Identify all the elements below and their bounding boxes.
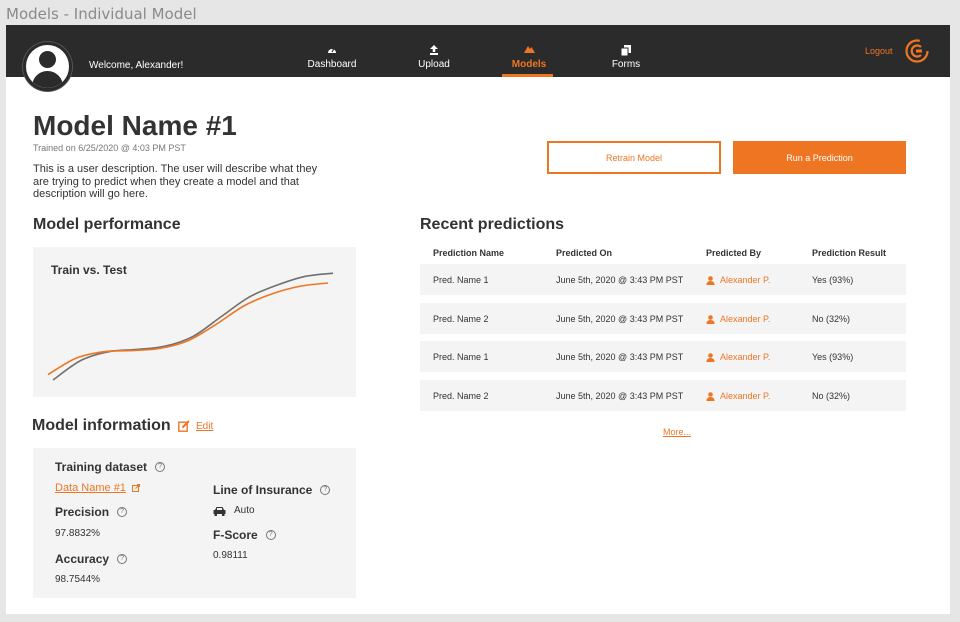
models-icon xyxy=(489,45,569,57)
forms-icon xyxy=(586,45,666,57)
performance-chart-card: Train vs. Test xyxy=(33,247,356,397)
edit-icon xyxy=(178,420,190,432)
upload-icon xyxy=(394,45,474,57)
prediction-result: Yes (93%) xyxy=(812,275,854,285)
logout-link[interactable]: Logout xyxy=(865,46,893,56)
performance-chart xyxy=(47,272,334,381)
car-icon xyxy=(213,506,226,516)
nav-upload[interactable]: Upload xyxy=(394,45,474,70)
nav-forms[interactable]: Forms xyxy=(586,45,666,70)
prediction-result: Yes (93%) xyxy=(812,352,854,362)
page-title: Model Name #1 xyxy=(33,110,237,141)
fscore-label: F-Score ? xyxy=(213,528,276,542)
predicted-on: June 5th, 2020 @ 3:43 PM PST xyxy=(556,275,684,285)
active-nav-indicator xyxy=(502,74,553,77)
retrain-model-button[interactable]: Retrain Model xyxy=(547,141,721,174)
nav-upload-label: Upload xyxy=(418,59,450,70)
avatar[interactable] xyxy=(23,42,72,91)
training-dataset-label: Training dataset ? xyxy=(55,460,166,474)
predicted-on: June 5th, 2020 @ 3:43 PM PST xyxy=(556,314,684,324)
help-icon[interactable]: ? xyxy=(117,554,128,564)
model-info-card: Training dataset ? Data Name #1 Precisio… xyxy=(33,448,356,598)
user-icon xyxy=(706,275,715,285)
prediction-result: No (32%) xyxy=(812,314,851,324)
chart-series-line-2 xyxy=(47,282,329,376)
run-prediction-button[interactable]: Run a Prediction xyxy=(733,141,906,174)
external-link-icon xyxy=(131,484,140,492)
prediction-name: Pred. Name 2 xyxy=(433,391,489,401)
table-row[interactable]: Pred. Name 1 June 5th, 2020 @ 3:43 PM PS… xyxy=(420,264,906,295)
predicted-on: June 5th, 2020 @ 3:43 PM PST xyxy=(556,391,684,401)
more-predictions-link[interactable]: More... xyxy=(663,427,691,437)
nav-dashboard[interactable]: Dashboard xyxy=(292,45,372,70)
top-navbar: Welcome, Alexander! Dashboard Upload Mod… xyxy=(6,25,950,77)
fscore-value: 0.98111 xyxy=(213,550,248,561)
table-row[interactable]: Pred. Name 2 June 5th, 2020 @ 3:43 PM PS… xyxy=(420,303,906,334)
predicted-by[interactable]: Alexander P. xyxy=(706,314,770,324)
brand-logo xyxy=(905,39,929,63)
column-header: Prediction Name xyxy=(433,248,505,258)
training-dataset-link[interactable]: Data Name #1 xyxy=(55,482,140,494)
window-title: Models - Individual Model xyxy=(6,5,197,23)
predicted-by[interactable]: Alexander P. xyxy=(706,275,770,285)
column-header: Predicted On xyxy=(556,248,613,258)
prediction-name: Pred. Name 2 xyxy=(433,314,489,324)
model-performance-heading: Model performance xyxy=(33,216,181,233)
table-row[interactable]: Pred. Name 1 June 5th, 2020 @ 3:43 PM PS… xyxy=(420,341,906,372)
line-of-insurance-label: Line of Insurance ? xyxy=(213,483,331,497)
column-header: Predicted By xyxy=(706,248,762,258)
user-head-icon xyxy=(39,51,56,68)
recent-predictions-heading: Recent predictions xyxy=(420,216,565,233)
accuracy-value: 98.7544% xyxy=(55,574,101,585)
help-icon[interactable]: ? xyxy=(117,507,128,517)
user-body-icon xyxy=(32,71,63,88)
nav-dashboard-label: Dashboard xyxy=(307,59,357,70)
model-information-heading: Model information xyxy=(32,417,171,434)
help-icon[interactable]: ? xyxy=(265,530,276,540)
training-dataset-value: Data Name #1 xyxy=(55,482,126,494)
welcome-text: Welcome, Alexander! xyxy=(89,60,184,71)
help-icon[interactable]: ? xyxy=(155,462,166,472)
nav-models[interactable]: Models xyxy=(489,45,569,70)
table-row[interactable]: Pred. Name 2 June 5th, 2020 @ 3:43 PM PS… xyxy=(420,380,906,411)
edit-link[interactable]: Edit xyxy=(178,420,213,432)
help-icon[interactable]: ? xyxy=(320,485,331,495)
user-icon xyxy=(706,352,715,362)
predicted-by[interactable]: Alexander P. xyxy=(706,352,770,362)
line-of-insurance-value: Auto xyxy=(213,505,255,516)
nav-forms-label: Forms xyxy=(611,59,641,70)
precision-label: Precision ? xyxy=(55,505,128,519)
user-icon xyxy=(706,314,715,324)
prediction-name: Pred. Name 1 xyxy=(433,275,489,285)
prediction-result: No (32%) xyxy=(812,391,851,401)
gauge-icon xyxy=(292,45,372,57)
accuracy-label: Accuracy ? xyxy=(55,552,128,566)
precision-value: 97.8832% xyxy=(55,528,101,539)
edit-label: Edit xyxy=(196,420,214,432)
model-description: This is a user description. The user wil… xyxy=(33,163,318,200)
column-header: Prediction Result xyxy=(812,248,887,258)
chart-series-line-1 xyxy=(52,272,334,381)
predicted-by[interactable]: Alexander P. xyxy=(706,391,770,401)
predicted-on: June 5th, 2020 @ 3:43 PM PST xyxy=(556,352,684,362)
nav-models-label: Models xyxy=(511,59,547,70)
trained-date: Trained on 6/25/2020 @ 4:03 PM PST xyxy=(33,143,186,153)
prediction-name: Pred. Name 1 xyxy=(433,352,489,362)
user-icon xyxy=(706,391,715,401)
app-window: Welcome, Alexander! Dashboard Upload Mod… xyxy=(6,25,950,614)
